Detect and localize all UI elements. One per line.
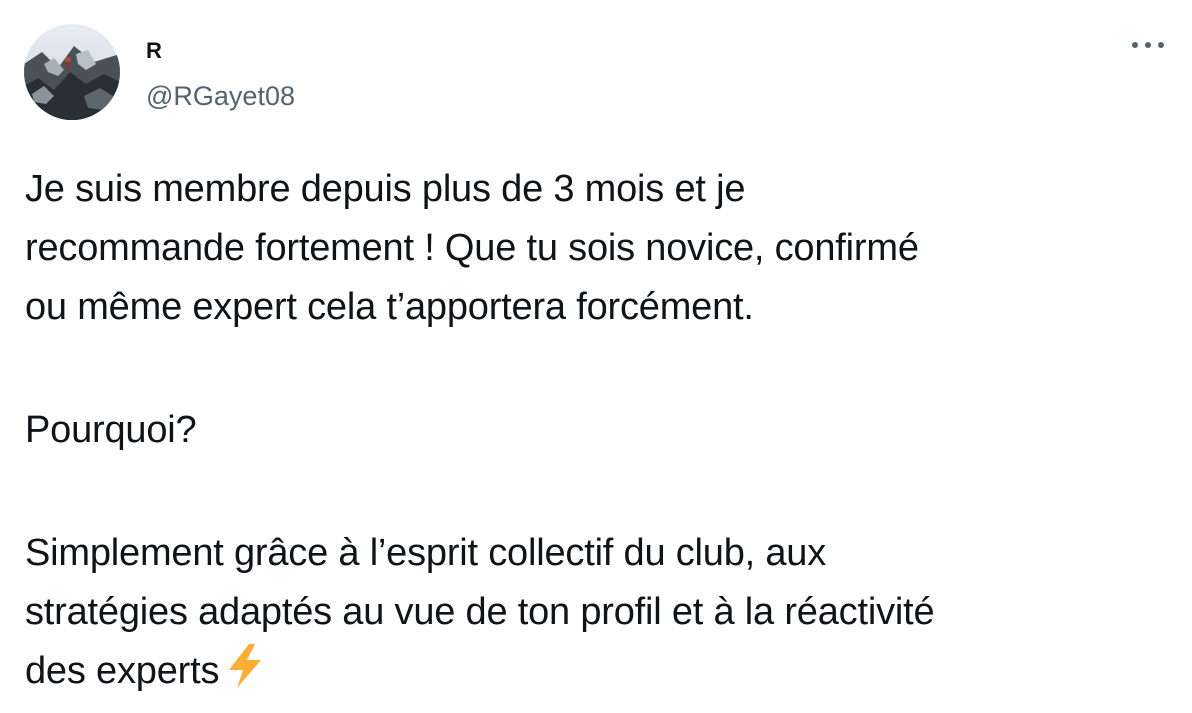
tweet-card: R @RGayet08 Je suis membre depuis plus d…	[0, 0, 1192, 713]
tweet-text-line: recommande fortement ! Que tu sois novic…	[25, 227, 919, 269]
tweet-text-line: stratégies adaptés au vue de ton profil …	[25, 591, 935, 633]
tweet-text-line: ou même expert cela t’apportera forcémen…	[25, 286, 754, 328]
tweet-text-line: des experts	[25, 650, 220, 692]
tweet-text-last-line: des experts	[25, 642, 1175, 701]
avatar-image	[24, 24, 120, 120]
high-voltage-icon	[225, 643, 265, 707]
tweet-text: Je suis membre depuis plus de 3 mois et …	[25, 160, 1175, 701]
more-horizontal-icon	[1132, 42, 1164, 48]
more-options-button[interactable]	[1130, 34, 1166, 56]
author-name[interactable]: R	[146, 38, 162, 64]
tweet-text-line: Simplement grâce à l’esprit collectif du…	[25, 532, 827, 574]
avatar[interactable]	[24, 24, 120, 120]
tweet-text-line: Pourquoi?	[25, 409, 197, 451]
tweet-text-line: Je suis membre depuis plus de 3 mois et …	[25, 168, 746, 210]
author-handle[interactable]: @RGayet08	[146, 80, 295, 112]
